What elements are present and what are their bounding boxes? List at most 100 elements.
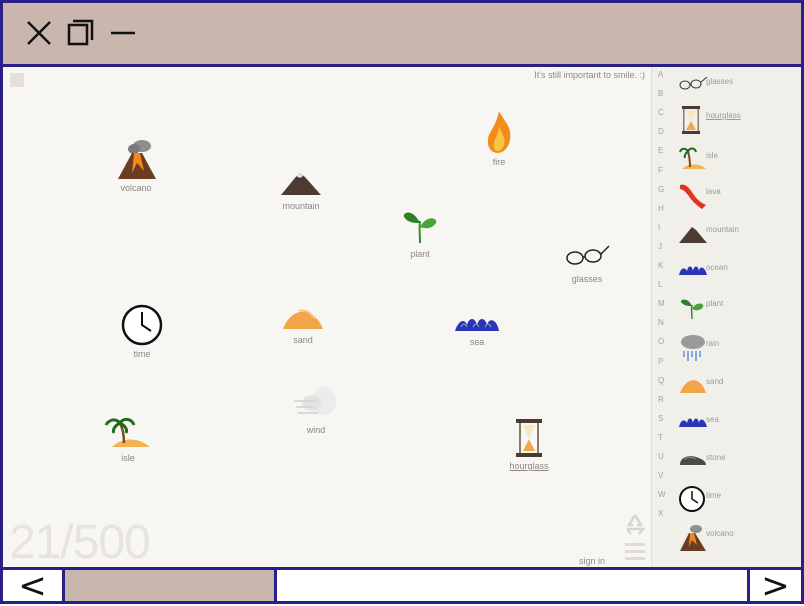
index-letter[interactable]: D	[658, 127, 664, 136]
element-fire[interactable]: fire	[454, 109, 544, 167]
recycle-icon[interactable]	[623, 513, 647, 535]
index-letter[interactable]: E	[658, 146, 663, 155]
minimize-icon[interactable]	[107, 17, 139, 49]
element-label: fire	[492, 157, 506, 167]
sign-in-link[interactable]: sign in	[579, 556, 605, 566]
sidebar-item-ocean[interactable]: ocean	[674, 255, 800, 285]
element-hourglass[interactable]: hourglass	[484, 417, 574, 471]
index-letter[interactable]: B	[658, 89, 663, 98]
index-letter[interactable]: L	[658, 280, 662, 289]
volcano-icon	[118, 140, 156, 179]
rain-icon	[681, 335, 705, 361]
index-letter[interactable]: M	[658, 299, 665, 308]
index-letter[interactable]: W	[658, 490, 666, 499]
element-label: isle	[121, 453, 135, 463]
isle-icon	[104, 417, 150, 447]
stone-icon	[680, 456, 706, 465]
element-wind[interactable]: wind	[271, 383, 361, 435]
sidebar-item-time[interactable]: time	[674, 483, 800, 513]
sidebar-item-label: glasses	[706, 77, 734, 86]
scrollbar-track[interactable]	[277, 570, 747, 601]
sidebar-item-label: rain	[706, 339, 720, 348]
sidebar-item-plant[interactable]: plant	[674, 291, 800, 321]
prev-button[interactable]: <	[3, 566, 65, 606]
lava-icon	[680, 184, 706, 209]
element-label: time	[133, 349, 151, 359]
sidebar-item-label: volcano	[706, 529, 734, 538]
index-letter[interactable]: J	[658, 242, 662, 251]
sidebar-item-label: mountain	[706, 225, 739, 234]
element-glasses[interactable]: glasses	[542, 242, 632, 284]
element-label: sand	[293, 335, 313, 345]
index-letter[interactable]: R	[658, 395, 664, 404]
index-letter[interactable]: F	[658, 166, 663, 175]
element-sand[interactable]: sand	[258, 299, 348, 345]
menu-icon[interactable]	[623, 541, 647, 563]
index-letter[interactable]: K	[658, 261, 663, 270]
index-letter[interactable]: I	[658, 223, 660, 232]
sidebar-item-sand[interactable]: sand	[674, 369, 800, 399]
index-letter[interactable]: N	[658, 318, 664, 327]
element-label: plant	[410, 249, 430, 259]
sidebar-item-lava[interactable]: lava	[674, 179, 800, 209]
scrollbar-thumb[interactable]	[65, 570, 277, 601]
mountain-icon	[679, 227, 707, 243]
sidebar-item-label: sand	[706, 377, 724, 386]
bottom-bar: < >	[3, 566, 801, 606]
game-viewport: It's still important to smile. :) volcan…	[3, 67, 801, 567]
wind-icon	[294, 387, 336, 415]
index-letter[interactable]: G	[658, 185, 664, 194]
index-letter[interactable]: C	[658, 108, 664, 117]
fullscreen-icon[interactable]	[10, 73, 24, 87]
sand-icon	[283, 309, 323, 329]
close-icon[interactable]	[23, 17, 55, 49]
sidebar-item-isle[interactable]: isle	[674, 143, 800, 173]
sidebar-item-hourglass[interactable]: hourglass	[674, 103, 800, 134]
clock-icon	[679, 486, 705, 512]
sidebar-item-rain[interactable]: rain	[674, 331, 800, 361]
plant-icon	[680, 299, 704, 320]
element-label: sea	[469, 337, 485, 347]
sidebar-item-sea[interactable]: sea	[674, 407, 800, 437]
sidebar-item-label: sea	[706, 415, 719, 424]
play-area[interactable]: It's still important to smile. :) volcan…	[3, 67, 651, 567]
sidebar-item-label: ocean	[706, 263, 728, 272]
index-letter[interactable]: Q	[658, 376, 664, 385]
index-letter[interactable]: H	[658, 204, 664, 213]
element-label: mountain	[282, 201, 320, 211]
index-letter[interactable]: O	[658, 337, 664, 346]
sea-icon	[455, 319, 499, 331]
sidebar-item-volcano[interactable]: volcano	[674, 521, 800, 551]
restore-icon[interactable]	[65, 17, 97, 49]
index-letter[interactable]: S	[658, 414, 663, 423]
element-label: glasses	[571, 274, 603, 284]
index-letter[interactable]: U	[658, 452, 664, 461]
index-letter[interactable]: A	[658, 70, 663, 79]
hourglass-icon	[682, 106, 700, 134]
chevron-right-icon: >	[761, 566, 790, 606]
fire-icon	[487, 111, 511, 153]
element-isle[interactable]: isle	[83, 415, 173, 463]
sidebar-item-label: hourglass	[706, 111, 741, 120]
element-sidebar[interactable]: A B C D E F G H I J K L M N O P Q R S T U V W X glasses hourgla…	[651, 67, 801, 567]
sidebar-item-label: time	[706, 491, 722, 500]
mountain-icon	[281, 173, 321, 195]
sidebar-item-mountain[interactable]: mountain	[674, 217, 800, 247]
index-letter[interactable]: V	[658, 471, 663, 480]
element-plant[interactable]: plant	[375, 203, 465, 259]
element-label: hourglass	[509, 461, 549, 471]
index-letter[interactable]: T	[658, 433, 663, 442]
element-mountain[interactable]: mountain	[256, 165, 346, 211]
element-time[interactable]: time	[97, 303, 187, 359]
index-letter[interactable]: P	[658, 357, 663, 366]
sidebar-item-stone[interactable]: stone	[674, 445, 800, 475]
element-label: wind	[306, 425, 326, 435]
element-sea[interactable]: sea	[432, 311, 522, 347]
index-letter[interactable]: X	[658, 509, 663, 518]
volcano-icon	[680, 525, 706, 551]
sidebar-item-glasses[interactable]: glasses	[674, 69, 800, 99]
plant-icon	[403, 212, 437, 244]
next-button[interactable]: >	[747, 566, 801, 606]
element-volcano[interactable]: volcano	[91, 137, 181, 193]
hourglass-icon	[516, 419, 542, 457]
